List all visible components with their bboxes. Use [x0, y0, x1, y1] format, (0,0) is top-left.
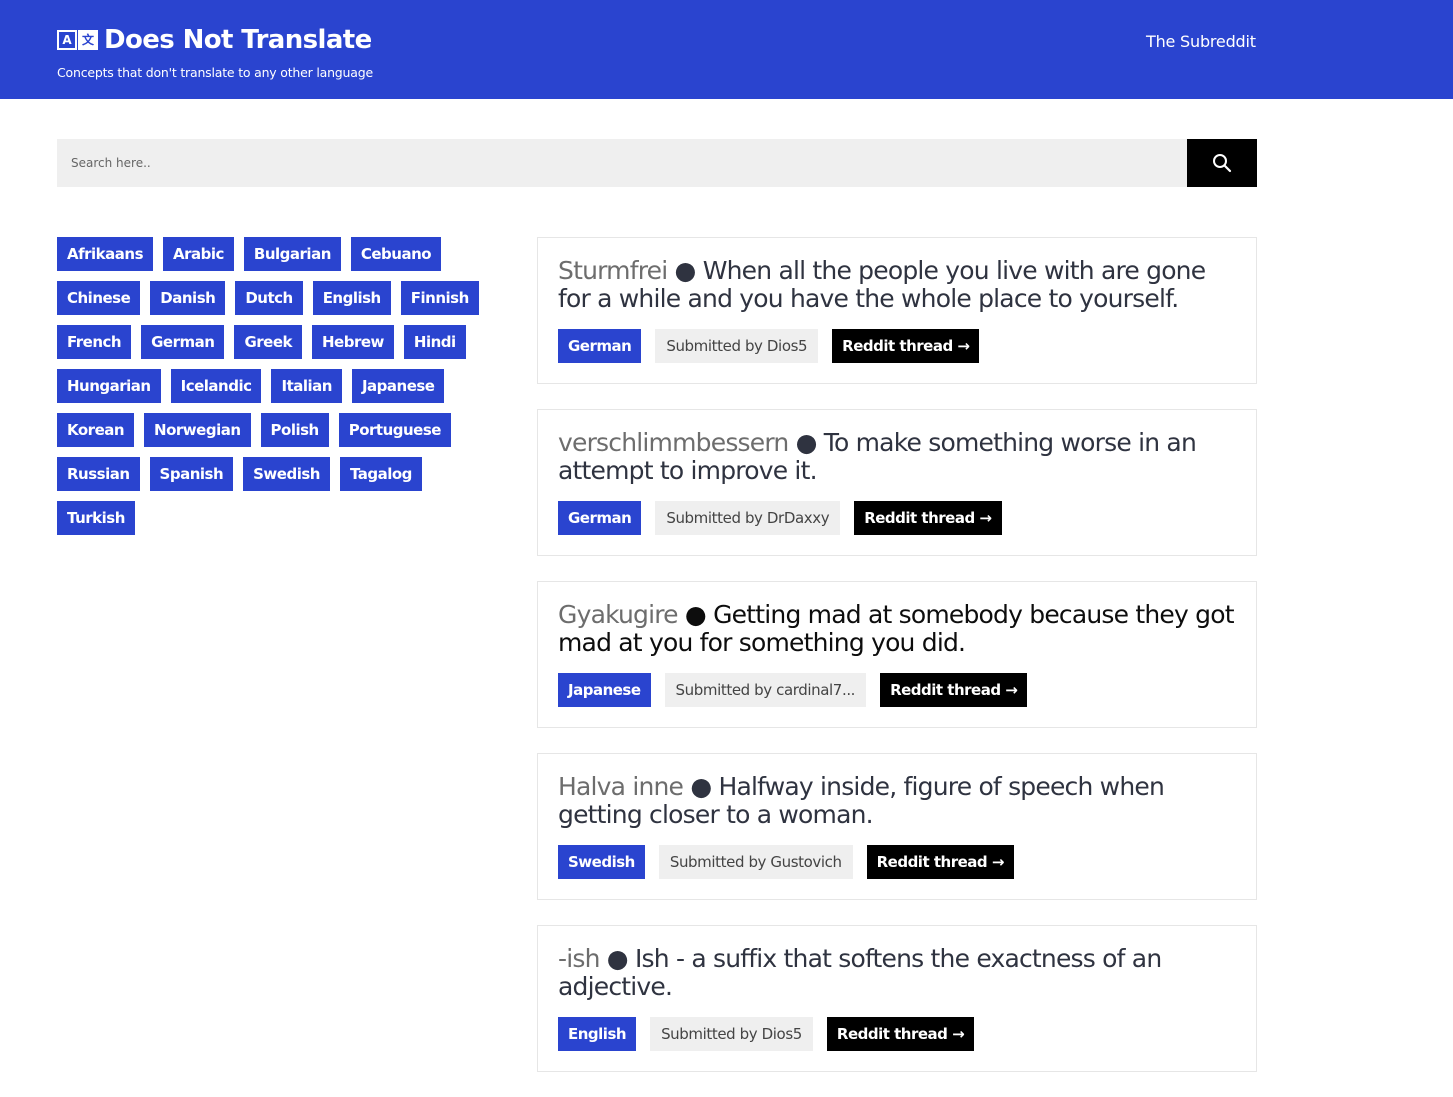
bullet-separator: ●	[684, 601, 707, 629]
language-filter-italian[interactable]: Italian	[271, 369, 342, 403]
entry-card: -ish ● Ish - a suffix that softens the e…	[537, 925, 1257, 1072]
language-filter-french[interactable]: French	[57, 325, 132, 359]
entry-language-tag[interactable]: German	[558, 329, 642, 363]
language-filter-hebrew[interactable]: Hebrew	[311, 325, 394, 359]
language-filter-turkish[interactable]: Turkish	[57, 501, 135, 535]
language-filter-dutch[interactable]: Dutch	[235, 281, 303, 315]
entry-text: Halva inne ● Halfway inside, figure of s…	[558, 773, 1236, 829]
entry-submitter: Submitted by Dios5	[650, 1017, 813, 1051]
language-filter-portuguese[interactable]: Portuguese	[338, 413, 451, 447]
language-filter-spanish[interactable]: Spanish	[149, 457, 234, 491]
site-title: Does Not Translate	[104, 25, 372, 55]
site-tagline: Concepts that don't translate to any oth…	[57, 65, 373, 80]
language-row: Turkish	[57, 501, 507, 535]
language-filter-afrikaans[interactable]: Afrikaans	[57, 237, 154, 271]
language-filter-cebuano[interactable]: Cebuano	[350, 237, 442, 271]
entry-text: Gyakugire ● Getting mad at somebody beca…	[558, 601, 1236, 657]
entry-submitter: Submitted by DrDaxxy	[655, 501, 841, 535]
entry-meta: Swedish Submitted by Gustovich Reddit thre…	[558, 845, 1236, 879]
language-filter-danish[interactable]: Danish	[150, 281, 226, 315]
search-input[interactable]	[57, 139, 1187, 187]
entry-submitter: Submitted by Dios5	[655, 329, 819, 363]
brand-logo-link[interactable]: A 文 Does Not Translate	[57, 25, 372, 55]
entry-submitter: Submitted by Gustovich	[658, 845, 853, 879]
language-filter-swedish[interactable]: Swedish	[243, 457, 330, 491]
language-filter-english[interactable]: English	[312, 281, 391, 315]
bullet-separator: ●	[690, 773, 712, 801]
language-row: Hungarian Icelandic Italian Japanese	[57, 369, 507, 403]
search-button[interactable]	[1187, 139, 1257, 187]
reddit-thread-link[interactable]: Reddit thread →	[866, 845, 1014, 879]
language-row: Russian Spanish Swedish Tagalog	[57, 457, 507, 491]
language-row: French German Greek Hebrew Hindi	[57, 325, 507, 359]
language-filter-norwegian[interactable]: Norwegian	[144, 413, 251, 447]
entry-submitter: Submitted by cardinal7...	[664, 673, 867, 707]
language-filter-bulgarian[interactable]: Bulgarian	[243, 237, 341, 271]
language-filter-german[interactable]: German	[141, 325, 225, 359]
translate-icon-left: A	[57, 30, 77, 50]
language-filter-polish[interactable]: Polish	[260, 413, 329, 447]
bullet-separator: ●	[674, 257, 697, 285]
language-filter-korean[interactable]: Korean	[57, 413, 135, 447]
entry-card: verschlimmbessern ● To make something wo…	[537, 409, 1257, 556]
language-filter-tagalog[interactable]: Tagalog	[339, 457, 422, 491]
language-filter-hindi[interactable]: Hindi	[403, 325, 466, 359]
entry-word: Sturmfrei	[558, 257, 668, 285]
entry-word: -ish	[558, 945, 600, 973]
language-filter-list: Afrikaans Arabic Bulgarian Cebuano Chinese Da…	[57, 237, 507, 545]
entry-word: verschlimmbessern	[558, 429, 789, 457]
language-filter-chinese[interactable]: Chinese	[57, 281, 141, 315]
search-icon	[1213, 154, 1232, 173]
entry-word: Halva inne	[558, 773, 684, 801]
entry-language-tag[interactable]: Japanese	[558, 673, 651, 707]
entry-list: Sturmfrei ● When all the people you live…	[537, 237, 1257, 1097]
language-filter-finnish[interactable]: Finnish	[400, 281, 479, 315]
language-filter-japanese[interactable]: Japanese	[351, 369, 445, 403]
language-filter-greek[interactable]: Greek	[234, 325, 302, 359]
entry-meta: German Submitted by Dios5 Reddit thread →	[558, 329, 1236, 363]
language-row: Chinese Danish Dutch English Finnish	[57, 281, 507, 315]
reddit-thread-link[interactable]: Reddit thread →	[880, 673, 1028, 707]
entry-word: Gyakugire	[558, 601, 679, 629]
language-filter-hungarian[interactable]: Hungarian	[57, 369, 161, 403]
entry-meta: German Submitted by DrDaxxy Reddit thread …	[558, 501, 1236, 535]
entry-card: Halva inne ● Halfway inside, figure of s…	[537, 753, 1257, 900]
entry-text: -ish ● Ish - a suffix that softens the e…	[558, 945, 1236, 1001]
language-filter-russian[interactable]: Russian	[57, 457, 140, 491]
reddit-thread-link[interactable]: Reddit thread →	[826, 1017, 975, 1051]
language-filter-icelandic[interactable]: Icelandic	[170, 369, 262, 403]
entry-card: Gyakugire ● Getting mad at somebody beca…	[537, 581, 1257, 728]
search-bar	[57, 139, 1257, 187]
entry-language-tag[interactable]: English	[558, 1017, 637, 1051]
language-row: Afrikaans Arabic Bulgarian Cebuano	[57, 237, 507, 271]
bullet-separator: ●	[795, 429, 818, 457]
entry-meta: English Submitted by Dios5 Reddit thread →	[558, 1017, 1236, 1051]
entry-language-tag[interactable]: German	[558, 501, 642, 535]
language-row: Korean Norwegian Polish Portuguese	[57, 413, 507, 447]
translate-icon: A 文	[57, 28, 98, 52]
entry-meaning: Ish - a suffix that softens the exactnes…	[558, 945, 1162, 1001]
translate-icon-right: 文	[78, 30, 98, 50]
entry-text: Sturmfrei ● When all the people you live…	[558, 257, 1236, 313]
entry-text: verschlimmbessern ● To make something wo…	[558, 429, 1236, 485]
entry-language-tag[interactable]: Swedish	[558, 845, 645, 879]
entry-card: Sturmfrei ● When all the people you live…	[537, 237, 1257, 384]
reddit-thread-link[interactable]: Reddit thread →	[832, 329, 980, 363]
bullet-separator: ●	[606, 945, 629, 973]
reddit-thread-link[interactable]: Reddit thread →	[854, 501, 1002, 535]
entry-meta: Japanese Submitted by cardinal7... Reddit …	[558, 673, 1236, 707]
language-filter-arabic[interactable]: Arabic	[163, 237, 234, 271]
site-header: A 文 Does Not Translate Concepts that don…	[0, 0, 1453, 99]
subreddit-link[interactable]: The Subreddit	[1146, 32, 1256, 51]
